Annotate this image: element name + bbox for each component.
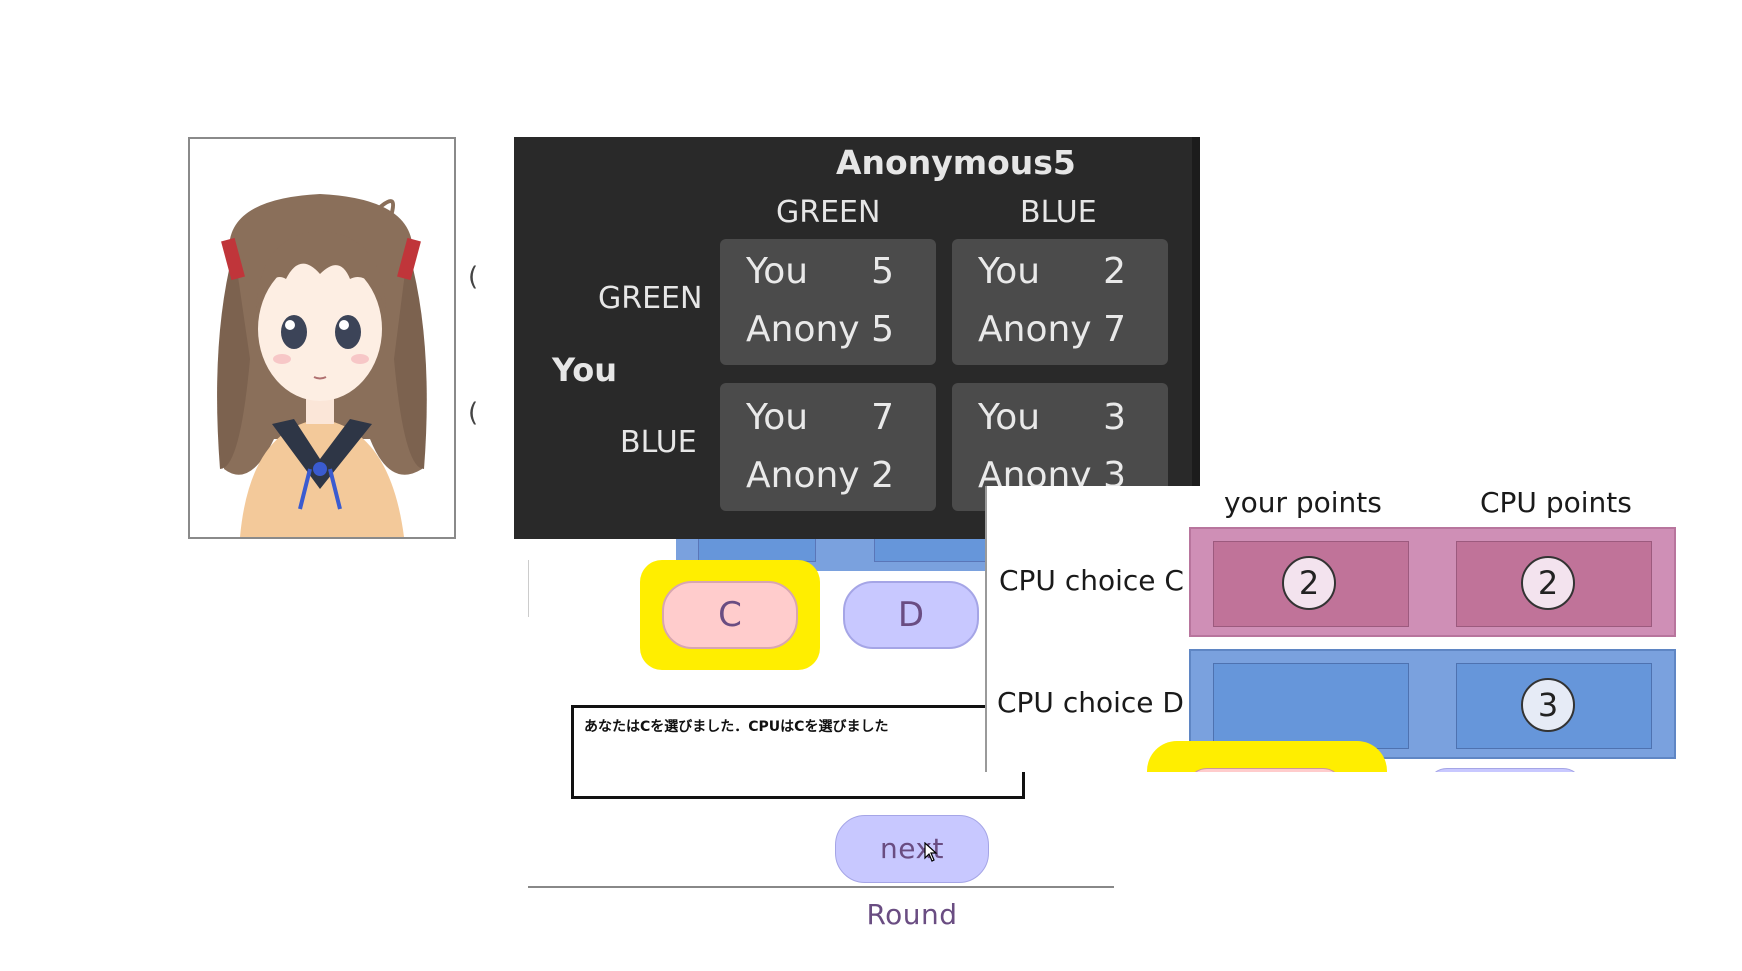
cell-you-value: 5 [871, 251, 894, 292]
paren-mark: ( [468, 262, 479, 292]
cell-opp-value: 7 [1103, 309, 1126, 350]
result-message-box: あなたはCを選びました．CPUはCを選びました [571, 705, 1025, 799]
cell-opp-value: 2 [871, 455, 894, 496]
cell-you-label: You [978, 251, 1041, 292]
points-badge: 3 [1521, 678, 1575, 732]
cell-you-label: You [746, 397, 809, 438]
row-player-label: You [552, 351, 617, 389]
cpu-points-cell: 3 [1456, 663, 1652, 749]
col-header-green: GREEN [776, 195, 881, 230]
choice-d-button-peek [1427, 768, 1583, 772]
choice-c-button-peek [1187, 768, 1343, 772]
row-header-blue: BLUE [620, 425, 697, 460]
payoff-matrix-panel: Anonymous5 GREEN BLUE GREEN BLUE You You… [514, 137, 1200, 539]
cell-you-label: You [746, 251, 809, 292]
points-badge: 2 [1282, 556, 1336, 610]
choice-d-button[interactable]: D [843, 581, 979, 649]
col-header-cpu-points: CPU points [1480, 486, 1632, 519]
result-message: あなたはCを選びました．CPUはCを選びました [584, 719, 889, 735]
divider [528, 560, 529, 617]
mouse-cursor-icon [924, 842, 938, 862]
your-points-cell: 2 [1213, 541, 1409, 627]
cpu-c-row: 2 2 [1189, 527, 1676, 637]
col-header-your-points: your points [1224, 486, 1382, 519]
payoff-cell: You 2 Anony 7 [952, 239, 1168, 365]
cell-you-value: 3 [1103, 397, 1126, 438]
next-round-button[interactable]: next Round [835, 815, 989, 931]
points-badge: 2 [1521, 556, 1575, 610]
cell-opp-value: 5 [871, 309, 894, 350]
cell-you-value: 2 [1103, 251, 1126, 292]
choice-c-button[interactable]: C [662, 581, 798, 649]
col-header-blue: BLUE [1020, 195, 1097, 230]
points-panel: your points CPU points CPU choice C 2 2 … [985, 486, 1685, 772]
your-points-cell [1213, 663, 1409, 749]
cell-you-value: 7 [871, 397, 894, 438]
cpu-points-cell: 2 [1456, 541, 1652, 627]
cell-opp-label: Anony [746, 455, 860, 496]
payoff-cell: You 5 Anony 5 [720, 239, 936, 365]
cell-you-label: You [978, 397, 1041, 438]
paren-mark: ( [468, 398, 479, 428]
divider [528, 886, 1114, 888]
avatar-card [188, 137, 456, 539]
cell-opp-label: Anony [746, 309, 860, 350]
payoff-cell: You 7 Anony 2 [720, 383, 936, 511]
row-header-green: GREEN [598, 281, 703, 316]
avatar-illustration [217, 194, 427, 537]
row-label-cpu-d: CPU choice D [997, 686, 1184, 719]
cell-opp-label: Anony [978, 309, 1092, 350]
row-label-cpu-c: CPU choice C [999, 564, 1184, 597]
opponent-name: Anonymous5 [836, 143, 1076, 182]
